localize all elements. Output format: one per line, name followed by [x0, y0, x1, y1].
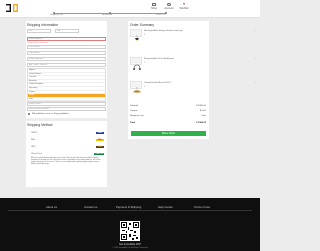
nav-shop-label: Shop — [150, 7, 158, 10]
footer-link-help-center[interactable]: Help Center — [158, 205, 173, 209]
copyright-text: © 2018 Incredible Ltd. All Rights Reserv… — [112, 247, 148, 249]
remove-item-icon[interactable]: × — [255, 82, 256, 84]
subtotal-value: $ 1985.00 — [196, 105, 206, 107]
subtotal-row: Subtotal $ 1985.00 — [130, 105, 206, 109]
dhl-logo: DHL — [96, 138, 104, 142]
step-label-checkout: Check Out — [156, 13, 166, 16]
email-field[interactable]: Email Address — [27, 37, 106, 41]
coupon-label: Coupon — [130, 110, 138, 112]
total-label: Total — [130, 122, 136, 124]
total-row: Total $ 1985.00 — [130, 122, 206, 126]
country-dropdown-list[interactable]: Nigeria United States Canada Australia U… — [27, 68, 106, 103]
pendant-lamp-icon — [135, 35, 139, 42]
site-footer: About us Contact us Payment & Shipping H… — [0, 198, 260, 251]
shipping-note: All items would be delivered directly to… — [31, 158, 101, 166]
street-address-field[interactable]: Street Address — [27, 57, 106, 61]
app-download-label[interactable]: Get Incredible APP — [112, 243, 148, 246]
brand-logo[interactable] — [6, 3, 20, 13]
china-post-logo: China Post — [94, 152, 104, 156]
checkout-page: Shop Account ♥ Wishlist Shopping Cart In… — [0, 0, 260, 251]
product-quantity[interactable]: 1 — [144, 86, 145, 88]
shop-icon — [152, 3, 156, 6]
subtotal-label: Subtotal — [130, 105, 139, 107]
product-image[interactable] — [130, 29, 142, 42]
product-name[interactable]: Colonial Pendant Brass H-50-YY — [144, 82, 172, 84]
nav-wishlist-label: Wishlist — [179, 7, 189, 10]
state-field[interactable]: Select State — [27, 102, 106, 106]
shipping-information-title: Shipping Information — [27, 23, 59, 27]
email-error-text: Please enter a valid email — [27, 41, 48, 44]
country-code-field[interactable]: NG — [27, 29, 51, 33]
nav-account[interactable]: Account — [161, 3, 177, 10]
product-image[interactable] — [130, 81, 142, 94]
billing-same-label: Billing Address same as Shipping Address — [32, 113, 70, 115]
footer-link-terms[interactable]: Terms of use — [194, 205, 210, 209]
account-icon — [167, 3, 171, 6]
shipping-option-name: China Post — [31, 153, 42, 155]
step-label-cart: Shopping Cart — [50, 13, 63, 16]
headphones-icon — [133, 64, 141, 70]
first-name-field[interactable]: First Name — [27, 45, 106, 49]
heart-icon: ♥ — [182, 2, 186, 6]
product-quantity[interactable]: 1 — [144, 34, 145, 36]
qr-code-icon — [120, 221, 140, 241]
brass-pendant-icon — [132, 87, 142, 94]
dropdown-option[interactable]: Italy — [28, 98, 105, 102]
billing-same-checkbox[interactable] — [28, 113, 31, 116]
product-quantity[interactable]: 1 — [144, 62, 145, 64]
shipping-option-china-post[interactable]: China Post China Post — [31, 152, 104, 156]
shipping-option-ups[interactable]: UPS UPS — [31, 145, 104, 149]
product-name[interactable]: Mini Digital Black Vintage Pendant Lamp … — [144, 30, 183, 32]
shipping-option-dhl[interactable]: DHL DHL — [31, 138, 104, 142]
shipping-cost-row: Shipping Cost Free — [130, 115, 206, 119]
nav-shop[interactable]: Shop — [146, 3, 162, 10]
checkout-progress: Shopping Cart Information Check Out — [50, 11, 170, 16]
language-code-field[interactable]: GB — [55, 29, 79, 33]
remove-item-icon[interactable]: × — [255, 30, 256, 32]
place-order-button[interactable]: Place Order — [131, 131, 206, 136]
nav-wishlist[interactable]: ♥ Wishlist — [176, 2, 192, 10]
shipping-option-name: USPS — [31, 132, 37, 134]
last-name-field[interactable]: Last Name — [27, 51, 106, 55]
footer-link-contact[interactable]: Contact us — [84, 205, 97, 209]
app-qr-code — [120, 221, 140, 241]
coupon-value: $ 0.00 — [199, 110, 206, 112]
shipping-option-usps[interactable]: USPS USPS — [31, 131, 104, 135]
remove-item-icon[interactable]: × — [255, 58, 256, 60]
product-name[interactable]: Wirewound Bird Circle Headphones — [144, 58, 174, 60]
step-label-information: Information — [102, 13, 113, 16]
apartment-field[interactable]: Apt, Suite, Unit etc. — [27, 63, 106, 67]
usps-logo: USPS — [96, 131, 104, 135]
total-value: $ 1985.00 — [196, 122, 206, 124]
top-header: Shop Account ♥ Wishlist Shopping Cart In… — [0, 0, 260, 18]
shipping-cost-value: Free — [201, 115, 207, 117]
shipping-option-name: DHL — [31, 139, 36, 141]
footer-link-payment-shipping[interactable]: Payment & Shipping — [116, 205, 141, 209]
order-summary-title: Order Summary — [130, 23, 155, 27]
nav-account-label: Account — [164, 7, 174, 10]
shipping-method-title: Shipping Method — [27, 123, 53, 127]
ups-logo: UPS — [96, 145, 104, 149]
coupon-row: Coupon $ 0.00 — [130, 110, 206, 114]
product-image[interactable] — [130, 57, 142, 70]
phone-field[interactable]: Enter phone number — [27, 107, 106, 111]
shipping-option-name: UPS — [31, 146, 36, 148]
logo-mark-icon — [6, 4, 18, 12]
shipping-cost-label: Shipping Cost — [130, 115, 144, 117]
footer-link-about[interactable]: About us — [46, 205, 57, 209]
